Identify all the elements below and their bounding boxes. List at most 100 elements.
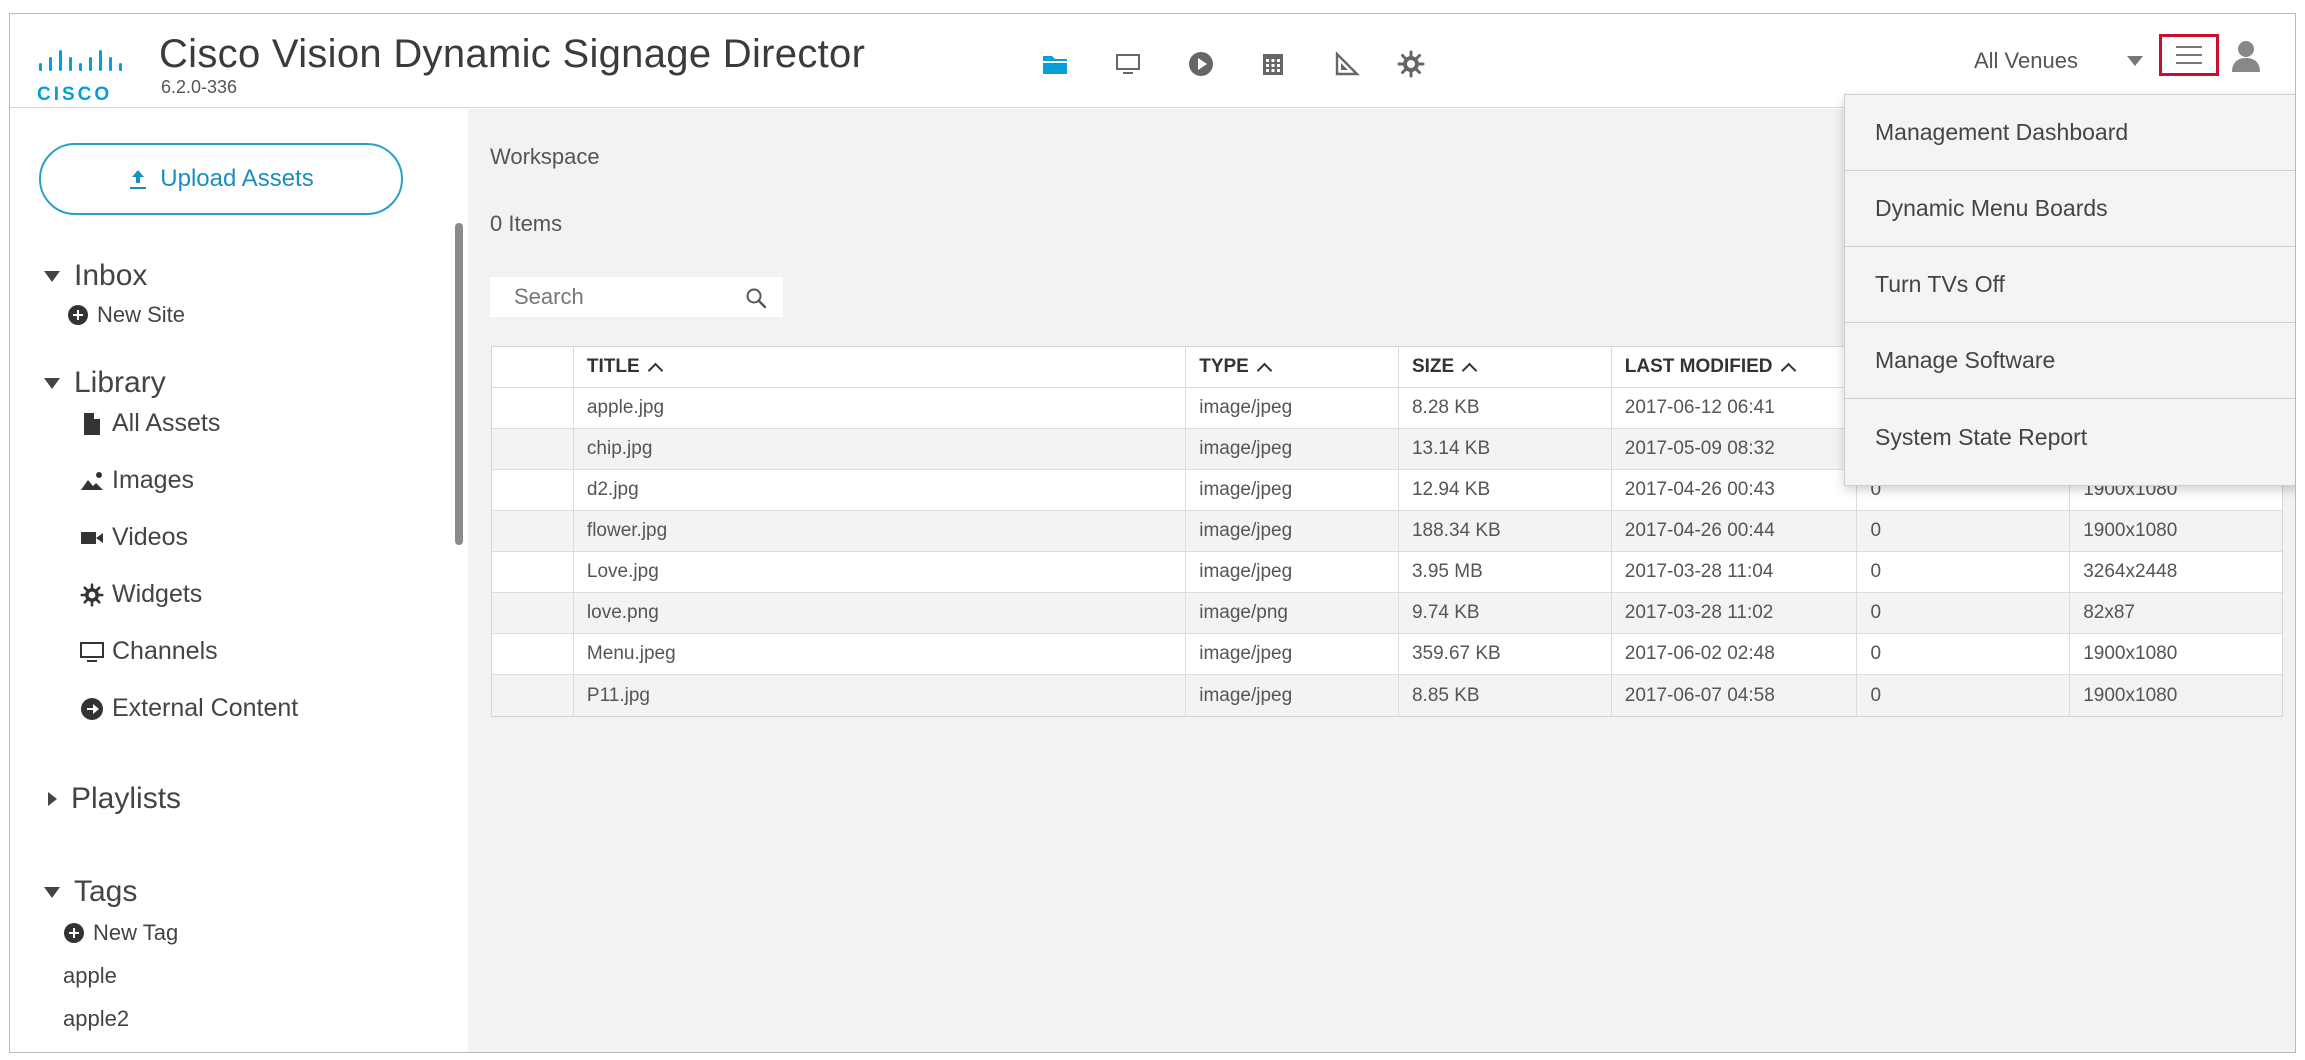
cell-select[interactable] bbox=[492, 470, 574, 510]
cisco-bars-icon bbox=[39, 50, 122, 71]
monitor-icon bbox=[80, 641, 104, 662]
table-row[interactable]: flower.jpg image/jpeg 188.34 KB 2017-04-… bbox=[492, 511, 2282, 552]
nav-assets-button[interactable] bbox=[1035, 44, 1075, 84]
sidebar: Upload Assets Inbox New Site Library All… bbox=[10, 109, 468, 1052]
search-icon[interactable] bbox=[745, 287, 767, 309]
sidebar-item-label: Videos bbox=[112, 523, 188, 551]
sidebar-item-images[interactable]: Images bbox=[80, 466, 194, 495]
nav-playlists-button[interactable] bbox=[1181, 44, 1221, 84]
tag-item[interactable]: apple bbox=[63, 963, 117, 989]
sidebar-item-label: External Content bbox=[112, 694, 299, 722]
cell-size: 12.94 KB bbox=[1399, 470, 1612, 510]
table-row[interactable]: Love.jpg image/jpeg 3.95 MB 2017-03-28 1… bbox=[492, 552, 2282, 593]
file-icon bbox=[84, 412, 100, 435]
sidebar-item-all-assets[interactable]: All Assets bbox=[80, 409, 220, 438]
sidebar-section-inbox[interactable]: Inbox bbox=[44, 259, 147, 293]
cell-column-6: 0 bbox=[1857, 675, 2071, 716]
caret-down-icon[interactable] bbox=[2120, 46, 2150, 76]
triangle-ruler-icon bbox=[1335, 51, 1360, 76]
sidebar-section-tags[interactable]: Tags bbox=[44, 875, 137, 909]
header-size[interactable]: SIZE bbox=[1399, 347, 1612, 387]
tag-item[interactable]: apple2 bbox=[63, 1006, 129, 1032]
venue-selector[interactable]: All Venues bbox=[1974, 41, 2078, 81]
cell-select[interactable] bbox=[492, 511, 574, 551]
cell-last-modified: 2017-06-07 04:58 bbox=[1612, 675, 1858, 716]
cell-size: 9.74 KB bbox=[1399, 593, 1612, 633]
cell-last-modified: 2017-04-26 00:43 bbox=[1612, 470, 1858, 510]
sidebar-item-videos[interactable]: Videos bbox=[80, 523, 188, 552]
sidebar-section-label: Tags bbox=[74, 875, 138, 908]
sidebar-section-library[interactable]: Library bbox=[44, 366, 166, 400]
header-type[interactable]: TYPE bbox=[1186, 347, 1399, 387]
upload-assets-button[interactable]: Upload Assets bbox=[39, 143, 403, 215]
table-row[interactable]: Menu.jpeg image/jpeg 359.67 KB 2017-06-0… bbox=[492, 634, 2282, 675]
cisco-wordmark: CISCO bbox=[37, 84, 113, 105]
expand-caret-icon bbox=[44, 377, 60, 389]
cell-size: 3.95 MB bbox=[1399, 552, 1612, 592]
table-row[interactable]: love.png image/png 9.74 KB 2017-03-28 11… bbox=[492, 593, 2282, 634]
upload-icon bbox=[130, 170, 147, 189]
cell-title: chip.jpg bbox=[574, 429, 1187, 469]
cell-select[interactable] bbox=[492, 634, 574, 674]
main-menu-button[interactable] bbox=[2159, 34, 2219, 76]
upload-assets-label: Upload Assets bbox=[160, 165, 314, 192]
sidebar-scrollbar[interactable] bbox=[455, 223, 463, 545]
user-icon[interactable] bbox=[2229, 38, 2263, 74]
collapse-caret-icon bbox=[48, 792, 57, 806]
menu-item-management-dashboard[interactable]: Management Dashboard bbox=[1845, 95, 2295, 171]
new-site-button[interactable]: New Site bbox=[67, 302, 185, 328]
menu-item-manage-software[interactable]: Manage Software bbox=[1845, 323, 2295, 399]
folder-icon bbox=[1043, 56, 1067, 74]
workspace-title: Workspace bbox=[490, 144, 600, 169]
cell-title: flower.jpg bbox=[574, 511, 1187, 551]
plus-circle-icon bbox=[64, 923, 84, 943]
menu-item-system-state-report[interactable]: System State Report bbox=[1845, 399, 2295, 475]
cell-select[interactable] bbox=[492, 429, 574, 469]
sidebar-section-label: Playlists bbox=[71, 782, 182, 815]
cell-title: P11.jpg bbox=[574, 675, 1187, 716]
cell-select[interactable] bbox=[492, 593, 574, 633]
header-label: TYPE bbox=[1199, 356, 1249, 377]
sidebar-section-playlists[interactable]: Playlists bbox=[44, 782, 181, 816]
table-row[interactable]: P11.jpg image/jpeg 8.85 KB 2017-06-07 04… bbox=[492, 675, 2282, 716]
cell-select[interactable] bbox=[492, 388, 574, 428]
sidebar-item-label: Images bbox=[112, 466, 194, 494]
sort-ascending-icon bbox=[1461, 362, 1478, 379]
search-input[interactable] bbox=[490, 284, 730, 310]
sidebar-item-external-content[interactable]: External Content bbox=[80, 694, 298, 723]
cell-column-7: 1900x1080 bbox=[2083, 520, 2178, 541]
nav-schedule-button[interactable] bbox=[1253, 44, 1293, 84]
expand-caret-icon bbox=[44, 886, 60, 898]
sidebar-item-channels[interactable]: Channels bbox=[80, 637, 218, 666]
header-last-modified[interactable]: LAST MODIFIED bbox=[1612, 347, 1858, 387]
cell-column-7: 1900x1080 bbox=[2083, 643, 2178, 664]
nav-configuration-button[interactable] bbox=[1391, 44, 1431, 84]
cell-title: love.png bbox=[574, 593, 1187, 633]
header-select-column[interactable] bbox=[492, 347, 574, 387]
search-box bbox=[490, 277, 783, 317]
cisco-logo: CISCO bbox=[37, 47, 137, 105]
cell-column-6: 0 bbox=[1857, 593, 2071, 633]
cell-select[interactable] bbox=[492, 675, 574, 716]
cell-title: Love.jpg bbox=[574, 552, 1187, 592]
cell-select[interactable] bbox=[492, 552, 574, 592]
cell-type: image/jpeg bbox=[1186, 552, 1399, 592]
new-tag-button[interactable]: New Tag bbox=[63, 920, 178, 946]
cell-type: image/jpeg bbox=[1186, 675, 1399, 716]
app-version: 6.2.0-336 bbox=[161, 77, 238, 97]
cell-column-6: 0 bbox=[1857, 552, 2071, 592]
cell-last-modified: 2017-05-09 08:32 bbox=[1612, 429, 1858, 469]
cell-last-modified: 2017-04-26 00:44 bbox=[1612, 511, 1858, 551]
cell-column-6: 0 bbox=[1857, 634, 2071, 674]
menu-item-turn-tvs-off[interactable]: Turn TVs Off bbox=[1845, 247, 2295, 323]
nav-design-button[interactable] bbox=[1326, 44, 1366, 84]
header-title[interactable]: TITLE bbox=[574, 347, 1187, 387]
cell-type: image/jpeg bbox=[1186, 470, 1399, 510]
cell-last-modified: 2017-03-28 11:02 bbox=[1612, 593, 1858, 633]
sidebar-item-widgets[interactable]: Widgets bbox=[80, 580, 202, 609]
menu-item-dynamic-menu-boards[interactable]: Dynamic Menu Boards bbox=[1845, 171, 2295, 247]
nav-devices-button[interactable] bbox=[1108, 44, 1148, 84]
gear-icon bbox=[80, 582, 104, 607]
sidebar-item-label: Channels bbox=[112, 637, 218, 665]
cell-title: d2.jpg bbox=[574, 470, 1187, 510]
